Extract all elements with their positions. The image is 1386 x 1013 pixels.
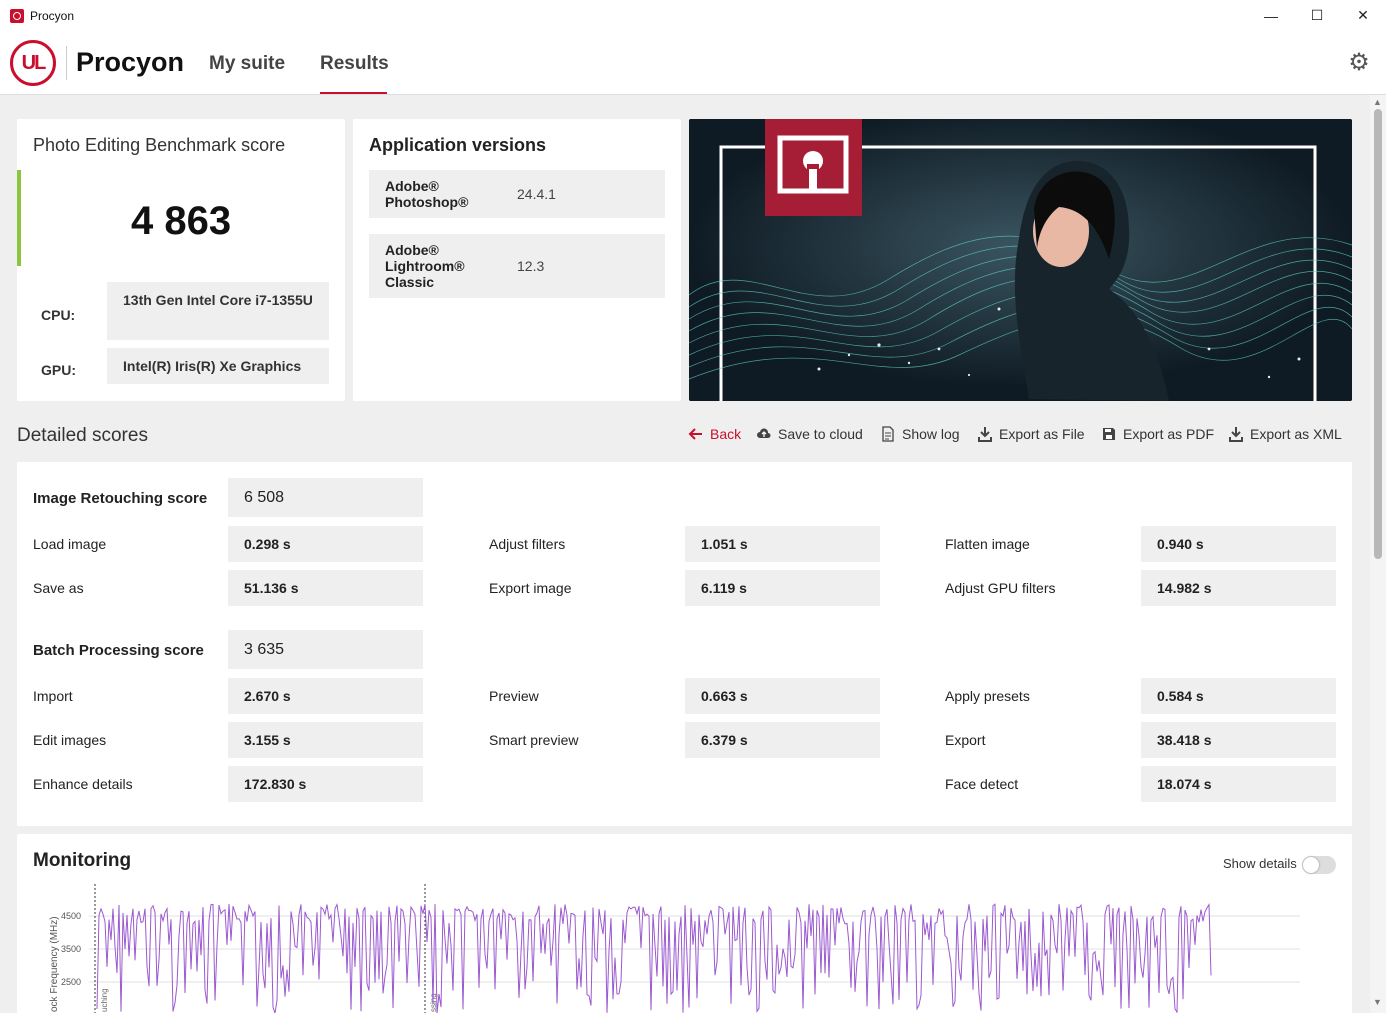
show-log-button[interactable]: Show log xyxy=(880,426,960,442)
close-icon: ✕ xyxy=(1357,7,1369,23)
retouching-score-value: 6 508 xyxy=(228,478,423,517)
scroll-down-icon[interactable]: ▼ xyxy=(1373,997,1382,1007)
benchmark-score-card: Photo Editing Benchmark score 4 863 CPU:… xyxy=(17,119,345,401)
app-version: 12.3 xyxy=(517,258,545,274)
score-item-value: 0.584 s xyxy=(1141,678,1336,714)
score-item-value: 0.940 s xyxy=(1141,526,1336,562)
logo-divider xyxy=(66,46,67,80)
phase-label: uching xyxy=(100,988,109,1012)
batch-score-value: 3 635 xyxy=(228,630,423,669)
maximize-button[interactable]: ☐ xyxy=(1294,0,1340,31)
save-to-cloud-label: Save to cloud xyxy=(778,426,863,442)
cloud-upload-icon xyxy=(756,426,772,442)
y-axis-label: ock Frequency (MHz) xyxy=(49,916,60,1012)
export-xml-button[interactable]: Export as XML xyxy=(1228,426,1342,442)
score-item-value: 14.982 s xyxy=(1141,570,1336,606)
document-icon xyxy=(880,426,896,442)
score-item-label: Flatten image xyxy=(945,536,1030,552)
score-item-value: 6.119 s xyxy=(685,570,880,606)
export-file-button[interactable]: Export as File xyxy=(977,426,1085,442)
back-label: Back xyxy=(710,426,742,442)
retouching-score-label: Image Retouching score xyxy=(33,490,208,507)
nav-my-suite[interactable]: My suite xyxy=(209,53,285,75)
monitoring-card: Monitoring Show details ock Frequency (M… xyxy=(17,834,1352,1013)
score-item-label: Export image xyxy=(489,580,572,596)
floppy-icon xyxy=(1101,426,1117,442)
back-button[interactable]: Back xyxy=(688,426,741,442)
export-xml-label: Export as XML xyxy=(1250,426,1342,442)
show-log-label: Show log xyxy=(902,426,960,442)
benchmark-score: 4 863 xyxy=(131,199,232,243)
hero-illustration xyxy=(689,119,1352,401)
title-bar: Procyon — ☐ ✕ xyxy=(0,0,1386,31)
score-item-value: 38.418 s xyxy=(1141,722,1336,758)
app-header: UL Procyon My suite Results ⚙ xyxy=(0,31,1386,95)
app-name: Adobe® Photoshop® xyxy=(385,178,469,210)
close-button[interactable]: ✕ xyxy=(1340,0,1386,31)
score-item-label: Adjust filters xyxy=(489,536,566,552)
y-tick-label: 2500 xyxy=(61,977,81,987)
export-pdf-button[interactable]: Export as PDF xyxy=(1101,426,1214,442)
nav-results[interactable]: Results xyxy=(320,53,389,75)
hero-image xyxy=(689,119,1352,401)
score-item-label: Edit images xyxy=(33,732,107,748)
maximize-icon: ☐ xyxy=(1310,7,1324,23)
score-card-title: Photo Editing Benchmark score xyxy=(33,135,286,155)
cpu-value: 13th Gen Intel Core i7-1355U xyxy=(107,282,329,340)
gpu-label: GPU: xyxy=(41,362,76,378)
detailed-scores-title: Detailed scores xyxy=(17,425,148,446)
score-item-value: 6.379 s xyxy=(685,722,880,758)
batch-score-label: Batch Processing score xyxy=(33,642,204,659)
detailed-scores-card: Image Retouching score 6 508 Load image … xyxy=(17,462,1352,826)
y-tick-label: 3500 xyxy=(61,944,81,954)
score-item-value: 172.830 s xyxy=(228,766,423,802)
export-pdf-label: Export as PDF xyxy=(1123,426,1215,442)
gear-icon[interactable]: ⚙ xyxy=(1347,51,1371,75)
minimize-icon: — xyxy=(1264,7,1278,24)
app-versions-title: Application versions xyxy=(369,135,547,155)
score-item-value: 1.051 s xyxy=(685,526,880,562)
ul-logo: UL xyxy=(10,40,56,86)
gpu-value: Intel(R) Iris(R) Xe Graphics xyxy=(107,348,329,384)
window-title: Procyon xyxy=(30,8,75,23)
monitoring-chart: ock Frequency (MHz) 450035002500 uching … xyxy=(49,884,1300,1013)
score-item-value: 3.155 s xyxy=(228,722,423,758)
cpu-label: CPU: xyxy=(41,307,76,323)
score-item-label: Import xyxy=(33,688,73,704)
score-item-value: 0.663 s xyxy=(685,678,880,714)
export-file-label: Export as File xyxy=(999,426,1085,442)
app-icon xyxy=(10,8,24,23)
download-icon xyxy=(977,426,993,442)
score-item-value: 2.670 s xyxy=(228,678,423,714)
brand-name: Procyon xyxy=(76,47,185,77)
save-to-cloud-button[interactable]: Save to cloud xyxy=(756,426,863,442)
app-row-lightroom: Adobe® Lightroom® Classic 12.3 xyxy=(369,234,665,298)
score-item-label: Export xyxy=(945,732,986,748)
score-item-label: Preview xyxy=(489,688,539,704)
score-item-label: Load image xyxy=(33,536,107,552)
nav-active-indicator xyxy=(320,92,387,94)
score-item-label: Enhance details xyxy=(33,776,133,792)
application-versions-card: Application versions Adobe® Photoshop® 2… xyxy=(353,119,681,401)
score-item-label: Face detect xyxy=(945,776,1019,792)
score-accent-bar xyxy=(17,170,21,266)
scroll-up-icon[interactable]: ▲ xyxy=(1373,97,1382,107)
minimize-button[interactable]: — xyxy=(1248,0,1294,31)
page-scrollbar[interactable]: ▲ ▼ xyxy=(1370,95,1386,1013)
score-item-label: Smart preview xyxy=(489,732,579,748)
download-icon xyxy=(1228,426,1244,442)
score-item-value: 0.298 s xyxy=(228,526,423,562)
frequency-line xyxy=(96,902,1212,1013)
score-item-label: Apply presets xyxy=(945,688,1030,704)
app-name: Adobe® Lightroom® Classic xyxy=(385,242,465,290)
scroll-thumb[interactable] xyxy=(1374,109,1382,559)
score-item-value: 18.074 s xyxy=(1141,766,1336,802)
score-item-label: Save as xyxy=(33,580,84,596)
y-tick-label: 4500 xyxy=(61,911,81,921)
app-row-photoshop: Adobe® Photoshop® 24.4.1 xyxy=(369,170,665,218)
score-item-label: Adjust GPU filters xyxy=(945,580,1056,596)
score-item-value: 51.136 s xyxy=(228,570,423,606)
arrow-left-icon xyxy=(688,426,704,442)
app-version: 24.4.1 xyxy=(517,186,556,202)
